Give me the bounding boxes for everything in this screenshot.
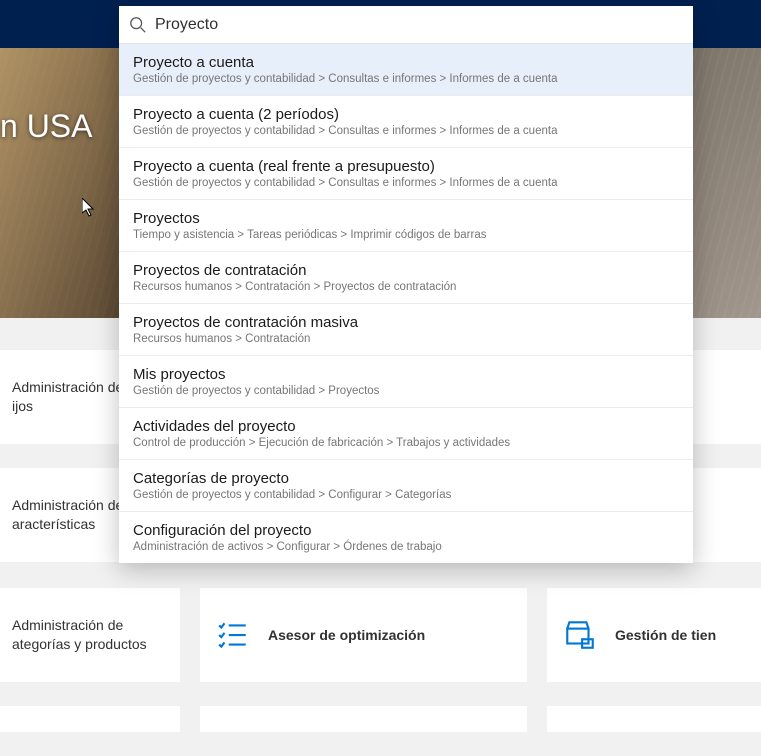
tile-label: Administración dearacterísticas xyxy=(0,496,123,534)
search-result-path: Gestión de proyectos y contabilidad > Co… xyxy=(133,73,679,85)
search-bar xyxy=(119,6,693,44)
store-icon xyxy=(563,618,597,652)
search-dropdown: Proyecto a cuenta Gestión de proyectos y … xyxy=(119,6,693,563)
tile-placeholder[interactable] xyxy=(0,706,180,732)
search-result-item[interactable]: Categorías de proyecto Gestión de proyect… xyxy=(119,460,693,512)
search-result-item[interactable]: Mis proyectos Gestión de proyectos y cont… xyxy=(119,356,693,408)
search-result-path: Gestión de proyectos y contabilidad > Co… xyxy=(133,125,679,137)
tile-label: Administración deategorías y productos xyxy=(0,616,147,654)
checklist-icon xyxy=(216,618,250,652)
search-result-path: Tiempo y asistencia > Tareas periódicas … xyxy=(133,229,679,241)
tile-label: Administración deijos xyxy=(0,378,123,416)
search-result-item[interactable]: Proyectos Tiempo y asistencia > Tareas pe… xyxy=(119,200,693,252)
search-results-list: Proyecto a cuenta Gestión de proyectos y … xyxy=(119,44,693,563)
search-result-item[interactable]: Proyectos de contratación Recursos humano… xyxy=(119,252,693,304)
tile-admin-categorias[interactable]: Administración deategorías y productos xyxy=(0,588,180,682)
search-result-title: Configuración del proyecto xyxy=(133,522,679,539)
search-result-title: Proyecto a cuenta (2 períodos) xyxy=(133,106,679,123)
search-input[interactable] xyxy=(155,16,683,34)
search-result-title: Categorías de proyecto xyxy=(133,470,679,487)
search-result-item[interactable]: Proyecto a cuenta (real frente a presupu… xyxy=(119,148,693,200)
search-result-path: Gestión de proyectos y contabilidad > Co… xyxy=(133,177,679,189)
search-result-path: Recursos humanos > Contratación > Proyec… xyxy=(133,281,679,293)
search-result-path: Gestión de proyectos y contabilidad > Pr… xyxy=(133,385,679,397)
search-result-path: Recursos humanos > Contratación xyxy=(133,333,679,345)
tile-placeholder[interactable] xyxy=(200,706,527,732)
search-result-path: Administración de activos > Configurar >… xyxy=(133,541,679,553)
search-result-item[interactable]: Proyecto a cuenta Gestión de proyectos y … xyxy=(119,44,693,96)
search-result-title: Proyecto a cuenta xyxy=(133,54,679,71)
search-result-title: Mis proyectos xyxy=(133,366,679,383)
search-result-title: Actividades del proyecto xyxy=(133,418,679,435)
tile-label: Gestión de tien xyxy=(615,626,716,645)
tile-asesor-optimizacion[interactable]: Asesor de optimización xyxy=(200,588,527,682)
search-result-item[interactable]: Configuración del proyecto Administración… xyxy=(119,512,693,563)
search-result-title: Proyecto a cuenta (real frente a presupu… xyxy=(133,158,679,175)
search-result-path: Control de producción > Ejecución de fab… xyxy=(133,437,679,449)
banner-text: n USA xyxy=(0,108,92,145)
search-result-item[interactable]: Proyecto a cuenta (2 períodos) Gestión de… xyxy=(119,96,693,148)
search-icon xyxy=(129,16,147,34)
tile-placeholder[interactable] xyxy=(547,706,761,732)
search-result-title: Proyectos xyxy=(133,210,679,227)
search-result-item[interactable]: Actividades del proyecto Control de produ… xyxy=(119,408,693,460)
search-result-title: Proyectos de contratación xyxy=(133,262,679,279)
search-result-title: Proyectos de contratación masiva xyxy=(133,314,679,331)
search-result-item[interactable]: Proyectos de contratación masiva Recursos… xyxy=(119,304,693,356)
tile-gestion-tien[interactable]: Gestión de tien xyxy=(547,588,761,682)
search-result-path: Gestión de proyectos y contabilidad > Co… xyxy=(133,489,679,501)
tile-label: Asesor de optimización xyxy=(268,626,425,645)
